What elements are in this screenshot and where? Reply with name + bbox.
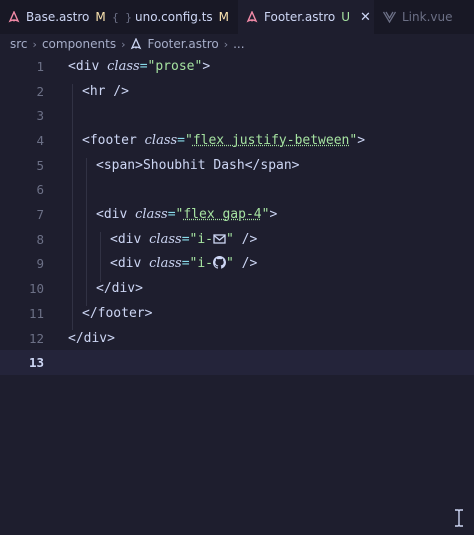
line-number: 3 [36,108,44,124]
line-number: 8 [36,231,44,247]
tab-label: Footer.astro [264,10,336,24]
line-number: 7 [36,207,44,223]
code-line[interactable]: 8 <div class="i- " /> [0,227,474,252]
close-icon[interactable]: ✕ [360,10,371,25]
breadcrumb-item-file[interactable]: Footer.astro [147,37,218,51]
line-number: 5 [36,157,44,173]
code-editor[interactable]: 1 <div class="prose"> 2 <hr /> 3 4 <foot… [0,54,474,535]
braces-icon: { } [112,10,132,24]
tab-base-astro[interactable]: Base.astro M [0,0,107,34]
tab-label: Link.vue [402,10,453,24]
line-number: 6 [36,182,44,198]
code-line[interactable]: 7 <div class="flex gap-4"> [0,202,474,227]
line-number: 13 [28,355,44,371]
modified-badge: M [95,10,106,24]
tab-label: uno.config.ts [135,10,213,24]
code-line[interactable]: 5 <span>Shoubhit Dash</span> [0,153,474,178]
line-number: 12 [28,330,44,346]
modified-badge: M [218,10,230,24]
code-text: <div class="flex gap-4"> [96,207,278,223]
line-number: 9 [36,256,44,272]
breadcrumb: src › components › Footer.astro › ... [0,34,474,54]
astro-icon [8,10,20,24]
code-text: <div class="i- " /> [110,256,258,272]
astro-icon [130,38,142,50]
code-line[interactable]: 10 </div> [0,276,474,301]
tab-uno-config[interactable]: { } uno.config.ts M [107,0,238,34]
tab-bar: Base.astro M { } uno.config.ts M Footer.… [0,0,474,34]
code-line[interactable]: 2 <hr /> [0,79,474,104]
code-text: <div class="prose"> [68,58,211,74]
breadcrumb-item-components[interactable]: components [42,37,116,51]
line-number: 11 [28,305,44,321]
vue-icon [382,10,396,24]
current-code-line[interactable]: 13 [0,350,474,376]
code-text: <div class="i- " /> [110,231,258,247]
code-line[interactable]: 6 [0,178,474,203]
breadcrumb-item-src[interactable]: src [10,37,28,51]
code-line[interactable]: 12 </div> [0,326,474,351]
line-number: 1 [36,58,44,74]
chevron-right-icon: › [223,37,229,51]
chevron-right-icon: › [121,37,126,51]
github-icon [213,256,226,270]
code-line[interactable]: 4 <footer class="flex justify-between"> [0,128,474,153]
code-line[interactable]: 9 <div class="i- " /> [0,252,474,277]
code-line[interactable]: 1 <div class="prose"> [0,54,474,79]
tab-footer-astro[interactable]: Footer.astro U ✕ [238,0,374,34]
chevron-right-icon: › [32,37,37,51]
untracked-badge: U [341,10,351,24]
code-text: </footer> [82,305,153,321]
code-text: <hr /> [82,83,129,99]
mail-icon [213,232,226,245]
line-number: 2 [36,83,44,99]
code-text: <footer class="flex justify-between"> [82,132,366,148]
text-cursor-icon [454,509,464,527]
code-text: </div> [96,281,143,297]
tab-link-vue[interactable]: Link.vue [374,0,474,34]
code-text: <span>Shoubhit Dash</span> [96,157,300,173]
line-number: 4 [36,132,44,148]
code-text: </div> [68,330,115,346]
breadcrumb-item-symbols[interactable]: ... [233,37,244,51]
astro-icon [246,10,258,24]
code-line[interactable]: 11 </footer> [0,301,474,326]
code-line[interactable]: 3 [0,103,474,128]
line-number: 10 [28,281,44,297]
tab-label: Base.astro [26,10,90,24]
